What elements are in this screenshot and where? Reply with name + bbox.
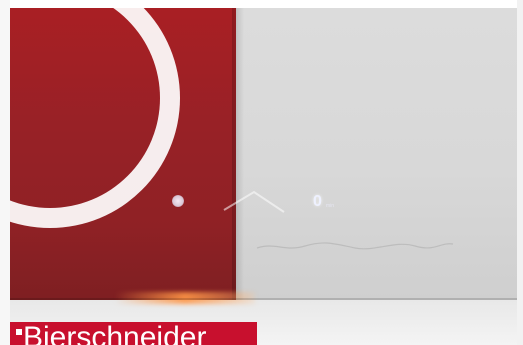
frame-right [517, 0, 523, 345]
logo-arc-shape [0, 0, 180, 228]
panel-edge-shadow [232, 8, 244, 300]
reflection-digit-suffix: min [326, 203, 335, 209]
reflection-dot [172, 195, 184, 207]
faint-scribble [255, 232, 455, 256]
square-bullet-icon [16, 329, 22, 335]
red-panel [0, 0, 236, 300]
reflection-chevron [222, 188, 286, 214]
brand-label-text: Bierschneider [23, 322, 207, 345]
brand-label: Bierschneider [10, 322, 257, 345]
reflection-digit: 0 [313, 193, 322, 210]
white-panel [236, 8, 517, 300]
ground-line [10, 298, 517, 300]
frame-left [0, 0, 10, 345]
product-photo: 0 min [0, 0, 523, 345]
